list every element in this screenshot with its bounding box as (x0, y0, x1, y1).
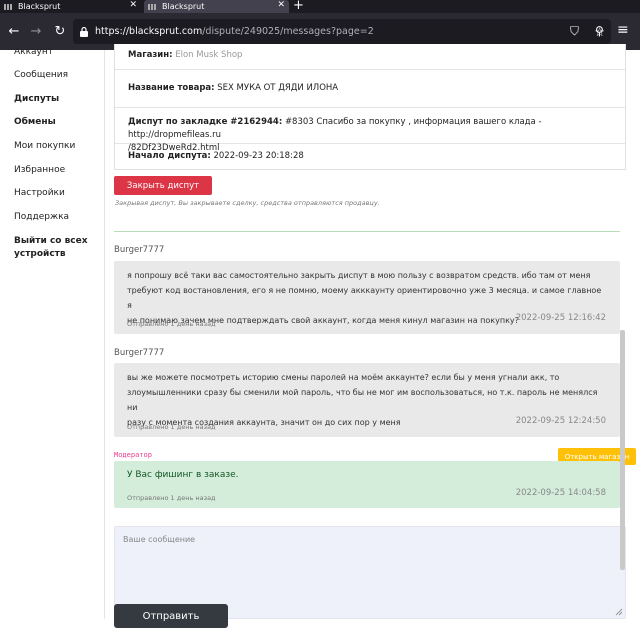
browser-tab-bar: Blacksprut ✕ Blacksprut ✕ + (0, 0, 640, 13)
extensions-icon[interactable]: ⚲ (595, 24, 604, 38)
tab-title: Blacksprut (18, 2, 61, 11)
start-label: Начало диспута: (128, 151, 211, 161)
send-button[interactable]: Отправить (114, 604, 228, 628)
shield-icon[interactable]: ⛉ (570, 24, 579, 39)
divider (114, 231, 620, 232)
message-line: я попрошу всё таки вас самостоятельно за… (127, 271, 591, 280)
back-arrow-icon[interactable]: ← (3, 20, 25, 42)
sidebar-item-support[interactable]: Поддержка (14, 210, 69, 224)
message-author: Burger7777 (114, 348, 165, 358)
menu-icon[interactable]: ≡ (617, 22, 629, 38)
message-sent-time: Отправлено 1 день назад (127, 494, 216, 502)
message-sent-time: Отправлено 1 день назад (127, 423, 216, 431)
bookmark-row: Диспут по закладке #2162944: #8303 Спаси… (115, 108, 625, 153)
tab-blacksprut-2[interactable]: Blacksprut ✕ (144, 0, 289, 13)
site-favicon-icon (148, 3, 156, 10)
tab-blacksprut-1[interactable]: Blacksprut ✕ (4, 0, 141, 13)
start-row: Начало диспута: 2022-09-23 20:18:28 (115, 144, 625, 170)
message-line: злоумышленники сразу бы сменили мой паро… (127, 388, 598, 412)
sidebar-item-logout-all-line2[interactable]: устройств (14, 247, 66, 261)
sidebar-item-messages[interactable]: Сообщения (14, 68, 68, 82)
close-tab-icon[interactable]: ✕ (129, 0, 137, 10)
sidebar-item-exchanges[interactable]: Обмены (14, 115, 56, 129)
dispute-info-card: Магазин: Elon Musk Shop Название товара:… (114, 44, 626, 170)
page-content: Аккаунт Сообщения Диспуты Обмены Мои пок… (0, 44, 640, 628)
message-line: У Вас фишинг в заказе. (127, 470, 239, 480)
message-bubble: я попрошу всё таки вас самостоятельно за… (114, 261, 620, 334)
sidebar-item-account[interactable]: Аккаунт (14, 45, 53, 59)
start-value: 2022-09-23 20:18:28 (213, 151, 304, 161)
site-favicon-icon (4, 3, 12, 10)
sidebar: Аккаунт Сообщения Диспуты Обмены Мои пок… (0, 47, 105, 619)
url-path: /dispute/249025/messages?page=2 (202, 26, 374, 37)
shop-row: Магазин: Elon Musk Shop (115, 44, 625, 70)
message-date: 2022-09-25 12:24:50 (515, 416, 606, 426)
message-line: вы же можете посмотреть историю смены па… (127, 373, 560, 382)
message-date: 2022-09-25 12:16:42 (515, 313, 606, 323)
message-sent-time: Отправлено 1 день назад (127, 320, 216, 328)
sidebar-item-purchases[interactable]: Мои покупки (14, 139, 75, 153)
product-label: Название товара: (128, 83, 215, 93)
message-line: требуют код востановления, его я не помн… (127, 286, 602, 310)
url-host: https://blacksprut.com (95, 26, 203, 37)
tab-title: Blacksprut (162, 2, 205, 11)
moderator-message: У Вас фишинг в заказе. Отправлено 1 день… (114, 461, 620, 508)
message-bubble: вы же можете посмотреть историю смены па… (114, 363, 620, 437)
product-value: SEX МУКА ОТ ДЯДИ ИЛОНА (217, 83, 339, 93)
close-tab-icon[interactable]: ✕ (277, 0, 285, 10)
message-placeholder: Ваше сообщение (123, 535, 196, 544)
sidebar-item-settings[interactable]: Настройки (14, 186, 65, 200)
resize-handle-icon[interactable] (615, 608, 623, 616)
shop-label: Магазин: (128, 50, 173, 60)
moderator-label: Модератор (114, 451, 152, 459)
url-text: https://blacksprut.com/dispute/249025/me… (95, 26, 374, 37)
product-row: Название товара: SEX МУКА ОТ ДЯДИ ИЛОНА (115, 70, 625, 108)
new-tab-icon[interactable]: + (293, 0, 304, 13)
sidebar-item-favorites[interactable]: Избранное (14, 163, 65, 177)
sidebar-item-logout-all[interactable]: Выйти со всех (14, 234, 88, 248)
message-author: Burger7777 (114, 245, 165, 255)
forward-arrow-icon[interactable]: → (25, 20, 47, 42)
scrollbar[interactable] (620, 330, 625, 570)
message-date: 2022-09-25 14:04:58 (515, 488, 606, 498)
close-dispute-button[interactable]: Закрыть диспут (114, 176, 212, 195)
reload-icon[interactable]: ↻ (49, 20, 71, 42)
address-bar[interactable]: https://blacksprut.com/dispute/249025/me… (73, 19, 611, 44)
lock-icon (80, 26, 88, 37)
sidebar-item-disputes[interactable]: Диспуты (14, 92, 59, 106)
shop-value[interactable]: Elon Musk Shop (175, 50, 242, 60)
close-dispute-hint: Закрывая диспут, Вы закрываете сделку, с… (115, 199, 380, 207)
bookmark-label: Диспут по закладке #2162944: (128, 117, 283, 127)
